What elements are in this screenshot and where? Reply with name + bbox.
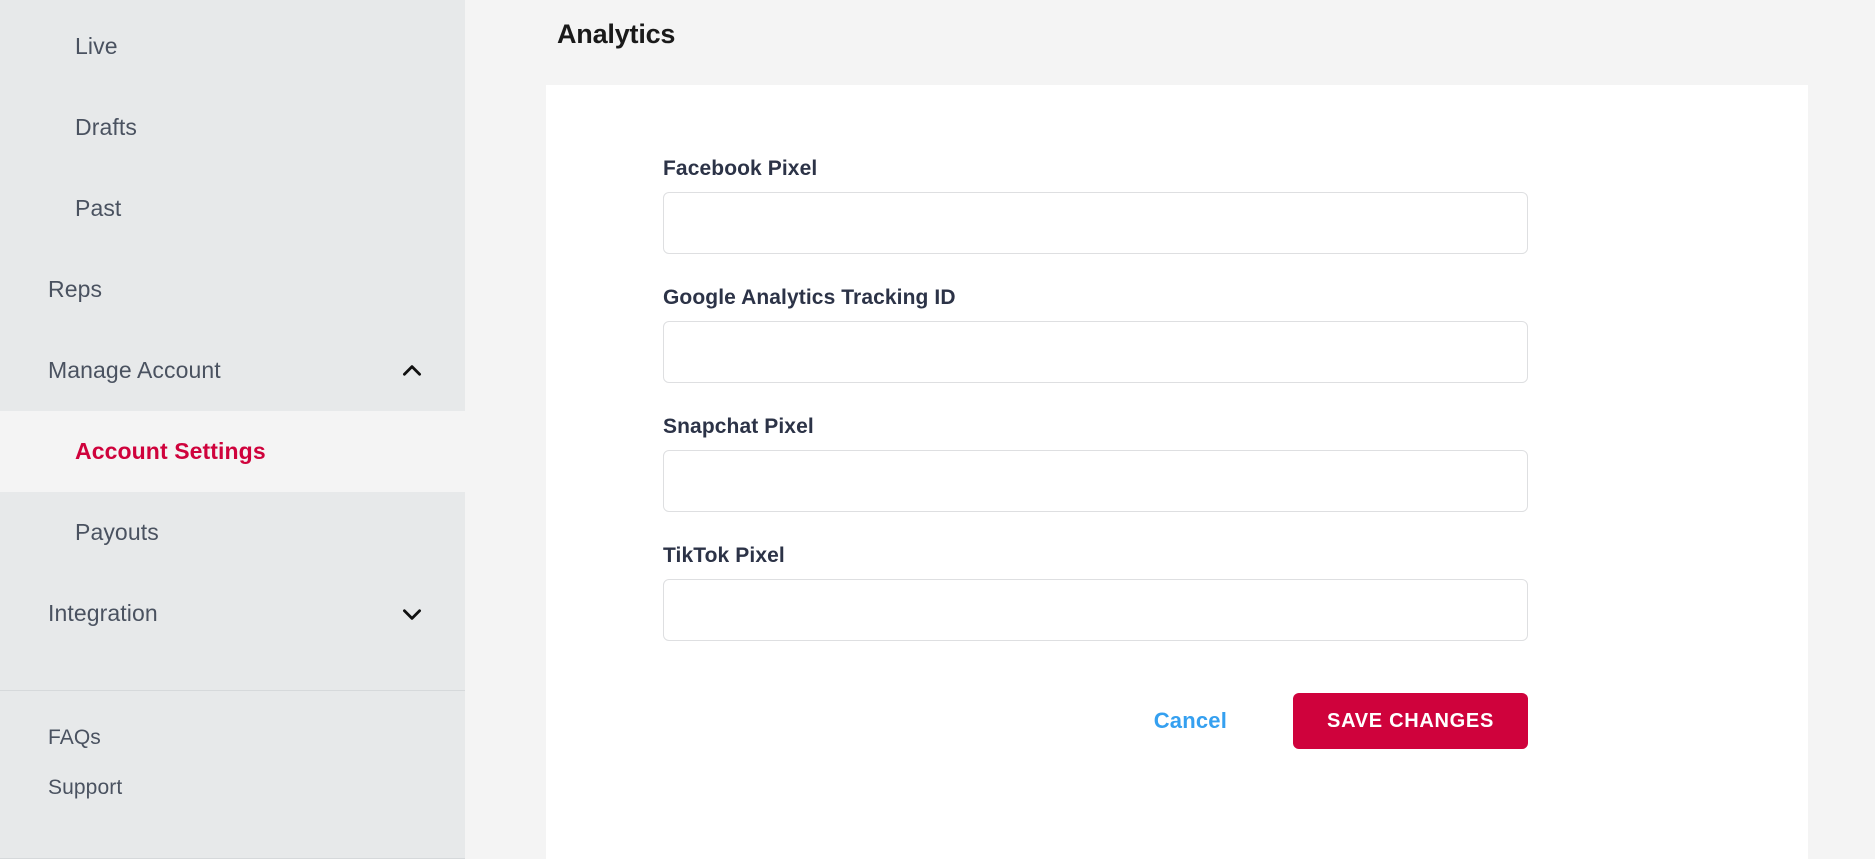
sidebar-item-label: Live [75, 33, 118, 60]
sidebar-item-label: Support [48, 776, 123, 800]
cancel-button[interactable]: Cancel [1124, 694, 1257, 748]
field-facebook-pixel: Facebook Pixel [663, 157, 1528, 254]
sidebar-item-label: Past [75, 195, 122, 222]
sidebar-footer-nav: FAQs Support [0, 691, 465, 858]
sidebar-item-label: FAQs [48, 726, 101, 750]
facebook-pixel-input[interactable] [663, 192, 1528, 254]
field-label: Snapchat Pixel [663, 415, 814, 438]
field-snapchat-pixel: Snapchat Pixel [663, 415, 1528, 512]
sidebar-item-label: Manage Account [48, 357, 221, 384]
chevron-down-icon[interactable] [399, 601, 425, 627]
sidebar-item-support[interactable]: Support [0, 763, 465, 813]
sidebar-item-faqs[interactable]: FAQs [0, 713, 465, 763]
sidebar-item-past[interactable]: Past [0, 168, 465, 249]
field-google-analytics-tracking-id: Google Analytics Tracking ID [663, 286, 1528, 383]
sidebar-primary-nav: Live Drafts Past Reps Manage Account Acc… [0, 6, 465, 654]
sidebar-item-integration[interactable]: Integration [0, 573, 465, 654]
sidebar-footer-spacer-bottom [0, 813, 465, 858]
app-root: Live Drafts Past Reps Manage Account Acc… [0, 0, 1875, 859]
sidebar-item-manage-account[interactable]: Manage Account [0, 330, 465, 411]
analytics-form: Facebook Pixel Google Analytics Tracking… [663, 85, 1528, 641]
sidebar-item-account-settings[interactable]: Account Settings [0, 411, 465, 493]
main-content: Analytics Facebook Pixel Google Analytic… [465, 0, 1875, 859]
field-label: Facebook Pixel [663, 157, 818, 180]
sidebar-item-label: Drafts [75, 114, 137, 141]
save-changes-button[interactable]: SAVE CHANGES [1293, 693, 1528, 749]
field-label: Google Analytics Tracking ID [663, 286, 956, 309]
sidebar-item-drafts[interactable]: Drafts [0, 87, 465, 168]
snapchat-pixel-input[interactable] [663, 450, 1528, 512]
sidebar-item-label: Payouts [75, 519, 159, 546]
field-label: TikTok Pixel [663, 544, 785, 567]
sidebar-item-label: Reps [48, 276, 103, 303]
sidebar: Live Drafts Past Reps Manage Account Acc… [0, 0, 465, 859]
sidebar-item-payouts[interactable]: Payouts [0, 492, 465, 573]
form-actions: Cancel SAVE CHANGES [663, 693, 1528, 789]
chevron-up-icon[interactable] [399, 358, 425, 384]
sidebar-footer-spacer [0, 691, 465, 713]
analytics-card: Facebook Pixel Google Analytics Tracking… [546, 85, 1808, 859]
sidebar-item-reps[interactable]: Reps [0, 249, 465, 330]
tiktok-pixel-input[interactable] [663, 579, 1528, 641]
sidebar-item-label: Account Settings [75, 438, 266, 465]
sidebar-item-live[interactable]: Live [0, 6, 465, 87]
page-title: Analytics [557, 19, 676, 49]
field-tiktok-pixel: TikTok Pixel [663, 544, 1528, 641]
sidebar-item-label: Integration [48, 600, 158, 627]
google-analytics-tracking-id-input[interactable] [663, 321, 1528, 383]
